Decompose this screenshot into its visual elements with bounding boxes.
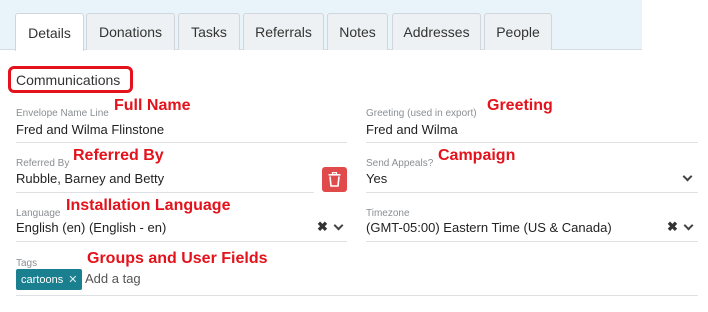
tab-bar: Details Donations Tasks Referrals Notes … bbox=[0, 0, 642, 51]
tab-tasks[interactable]: Tasks bbox=[178, 13, 240, 50]
greeting-label: Greeting (used in export) bbox=[366, 108, 477, 119]
tags-underline bbox=[16, 295, 698, 296]
greeting-field[interactable]: Fred and Wilma bbox=[366, 122, 696, 137]
timezone-select[interactable]: (GMT-05:00) Eastern Time (US & Canada) bbox=[366, 220, 656, 235]
add-tag-input[interactable]: Add a tag bbox=[85, 271, 141, 286]
annotation-campaign: Campaign bbox=[438, 147, 516, 164]
chevron-down-icon bbox=[682, 171, 693, 181]
referred-by-label: Referred By bbox=[16, 158, 70, 169]
language-clear-button[interactable]: ✖ bbox=[317, 219, 328, 234]
envelope-underline bbox=[16, 142, 347, 143]
clear-x-icon: ✖ bbox=[317, 219, 328, 234]
send-appeals-select[interactable]: Yes bbox=[366, 171, 666, 186]
referred-by-field[interactable]: Rubble, Barney and Betty bbox=[16, 171, 306, 186]
language-underline bbox=[16, 241, 347, 242]
tab-notes[interactable]: Notes bbox=[327, 13, 388, 50]
chevron-down-icon bbox=[683, 220, 694, 230]
clear-x-icon: ✖ bbox=[667, 219, 678, 234]
language-dropdown[interactable] bbox=[333, 220, 344, 234]
tab-people[interactable]: People bbox=[484, 13, 552, 50]
trash-icon bbox=[328, 172, 341, 187]
language-label: Language bbox=[16, 208, 61, 219]
language-select[interactable]: English (en) (English - en) bbox=[16, 220, 306, 235]
tag-remove-icon[interactable]: ✕ bbox=[68, 273, 77, 286]
tab-referrals[interactable]: Referrals bbox=[243, 13, 324, 50]
tab-donations[interactable]: Donations bbox=[86, 13, 175, 50]
chevron-down-icon bbox=[333, 220, 344, 230]
annotation-groups-user-fields: Groups and User Fields bbox=[87, 250, 268, 267]
send-appeals-underline bbox=[366, 192, 698, 193]
referred-by-underline bbox=[16, 192, 314, 193]
section-title-communications: Communications bbox=[8, 66, 133, 93]
annotation-greeting: Greeting bbox=[487, 97, 553, 114]
timezone-dropdown[interactable] bbox=[683, 220, 694, 234]
delete-referral-button[interactable] bbox=[322, 167, 347, 192]
tab-addresses[interactable]: Addresses bbox=[392, 13, 481, 50]
timezone-label: Timezone bbox=[366, 208, 410, 219]
tag-chip-cartoons: cartoons ✕ bbox=[16, 269, 83, 290]
tag-chip-label: cartoons bbox=[21, 273, 64, 286]
tab-details[interactable]: Details bbox=[15, 13, 84, 51]
timezone-underline bbox=[366, 241, 698, 242]
envelope-name-field[interactable]: Fred and Wilma Flinstone bbox=[16, 122, 346, 137]
timezone-clear-button[interactable]: ✖ bbox=[667, 219, 678, 234]
envelope-label: Envelope Name Line bbox=[16, 108, 109, 119]
greeting-underline bbox=[366, 142, 698, 143]
annotation-referred-by: Referred By bbox=[73, 147, 164, 164]
annotation-full-name: Full Name bbox=[114, 97, 191, 114]
send-appeals-label: Send Appeals? bbox=[366, 158, 434, 169]
send-appeals-dropdown[interactable] bbox=[682, 171, 693, 185]
annotation-installation-language: Installation Language bbox=[66, 197, 231, 214]
